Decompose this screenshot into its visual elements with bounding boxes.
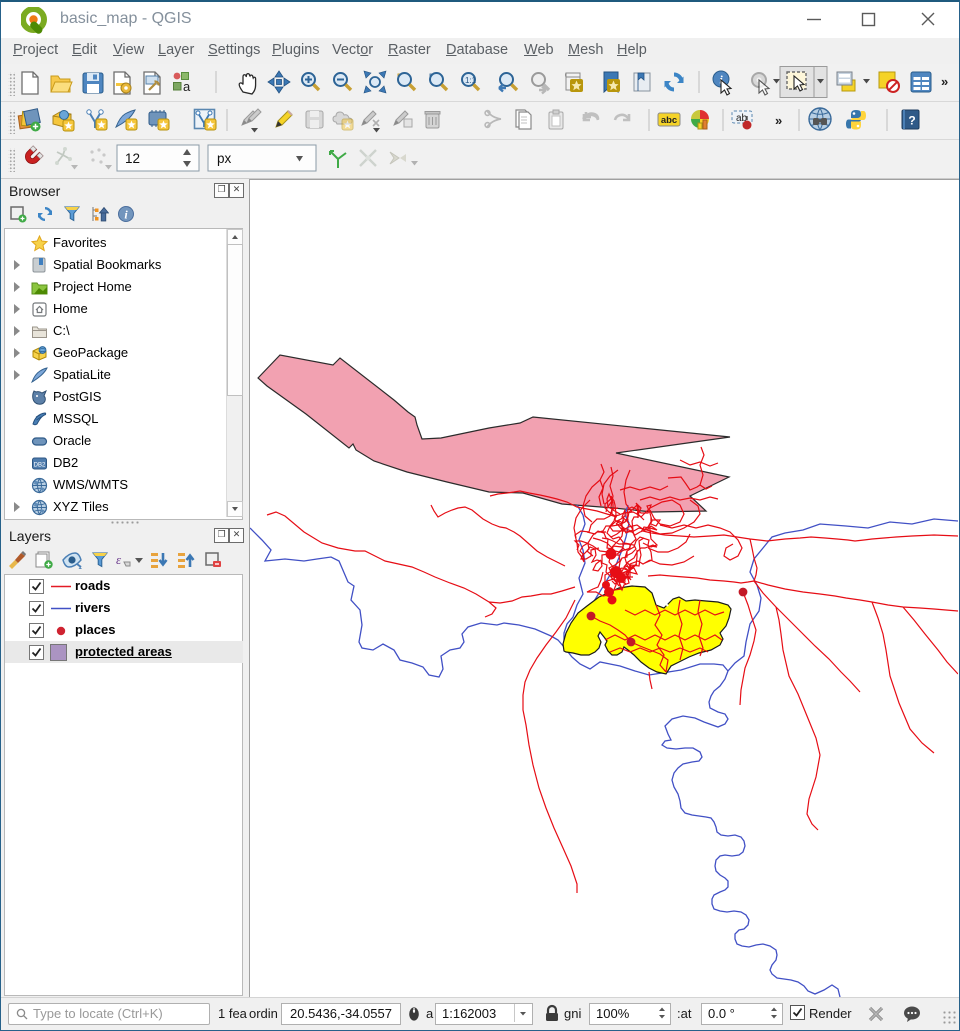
svg-text:?: ? [908, 114, 915, 128]
svg-text:ε: ε [116, 552, 122, 567]
svg-text:»: » [775, 113, 782, 128]
svg-text:a: a [183, 79, 191, 94]
svg-text:1:1: 1:1 [465, 76, 477, 85]
svg-text:abc: abc [661, 115, 677, 126]
svg-text:12: 12 [125, 151, 140, 166]
svg-text:px: px [217, 151, 232, 166]
svg-text:DB2: DB2 [34, 463, 46, 469]
svg-text:»: » [941, 74, 948, 89]
